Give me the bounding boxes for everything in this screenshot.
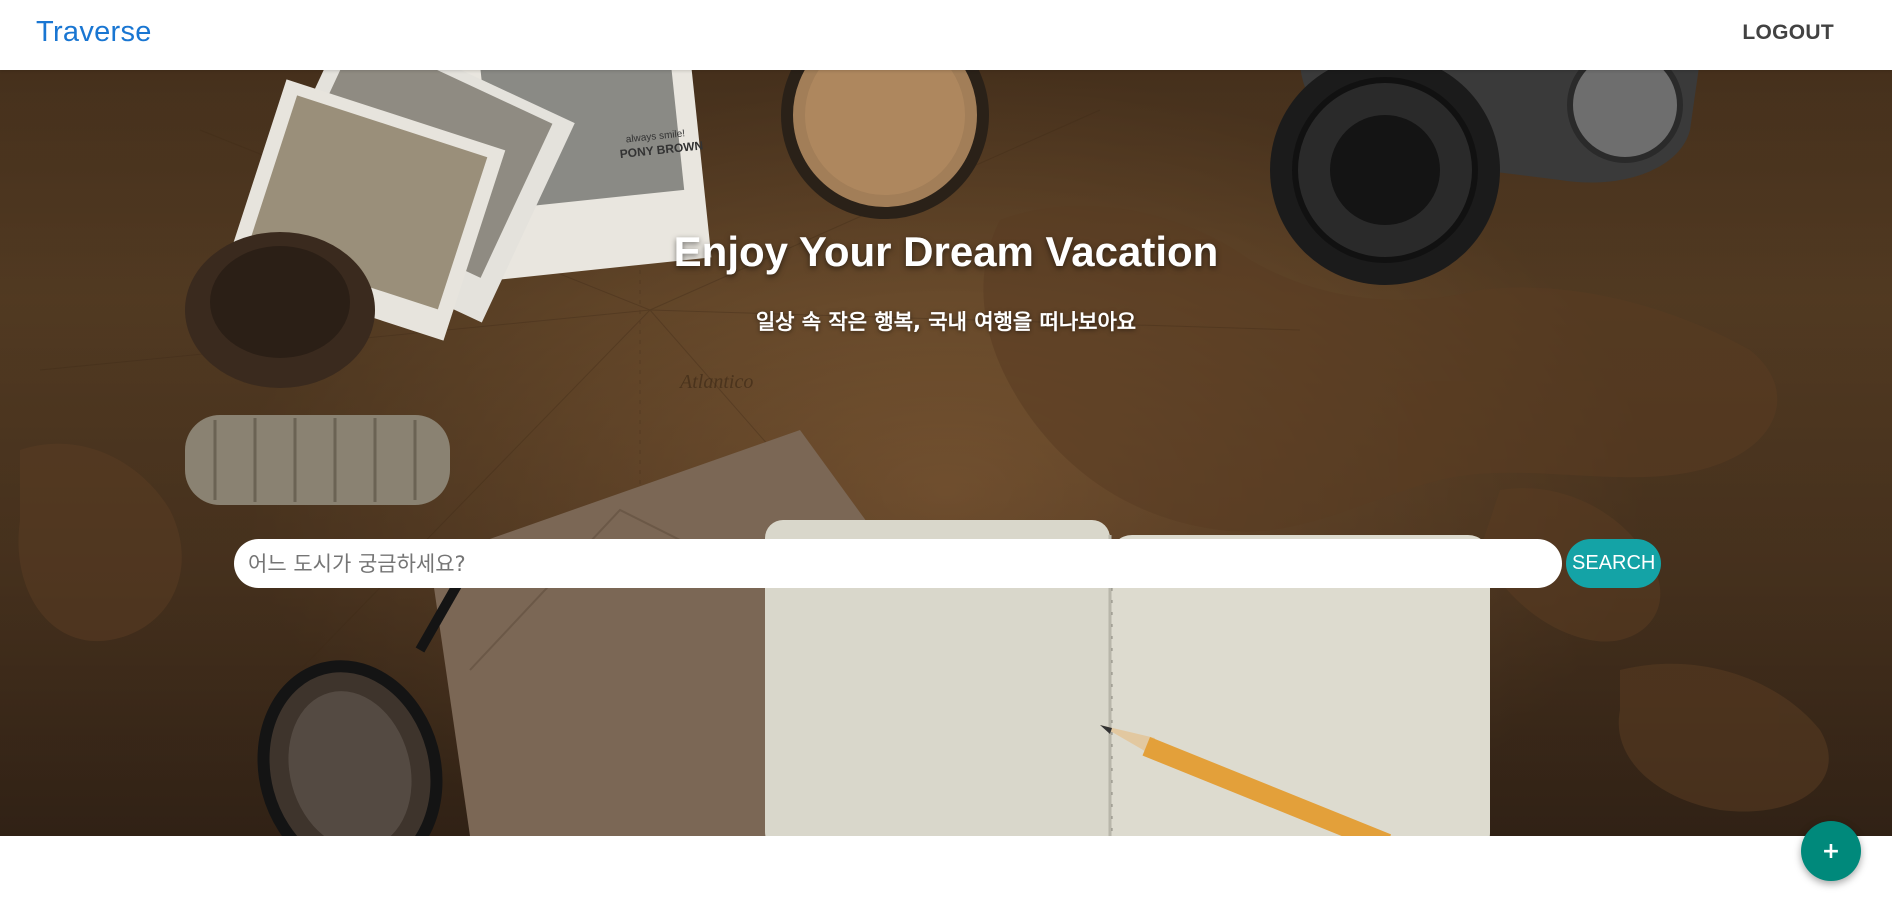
logout-button[interactable]: LOGOUT bbox=[1742, 21, 1834, 45]
search-button[interactable]: SEARCH bbox=[1566, 539, 1661, 588]
plus-icon: + bbox=[1821, 838, 1841, 864]
hero-banner: Atlantico always smile! PONY BROWN Enjoy… bbox=[0, 70, 1892, 836]
top-navbar: Traverse LOGOUT bbox=[0, 0, 1892, 70]
hero-title: Enjoy Your Dream Vacation bbox=[673, 228, 1219, 275]
add-fab-button[interactable]: + bbox=[1801, 821, 1861, 881]
city-search-input[interactable] bbox=[234, 539, 1562, 588]
magnifier-top bbox=[781, 70, 989, 219]
brand-logo[interactable]: Traverse bbox=[36, 16, 152, 49]
hero-subtitle: 일상 속 작은 행복, 국내 여행을 떠나보아요 bbox=[755, 310, 1137, 334]
map-label: Atlantico bbox=[678, 371, 753, 393]
hero-background-image: Atlantico always smile! PONY BROWN bbox=[18, 70, 1829, 836]
